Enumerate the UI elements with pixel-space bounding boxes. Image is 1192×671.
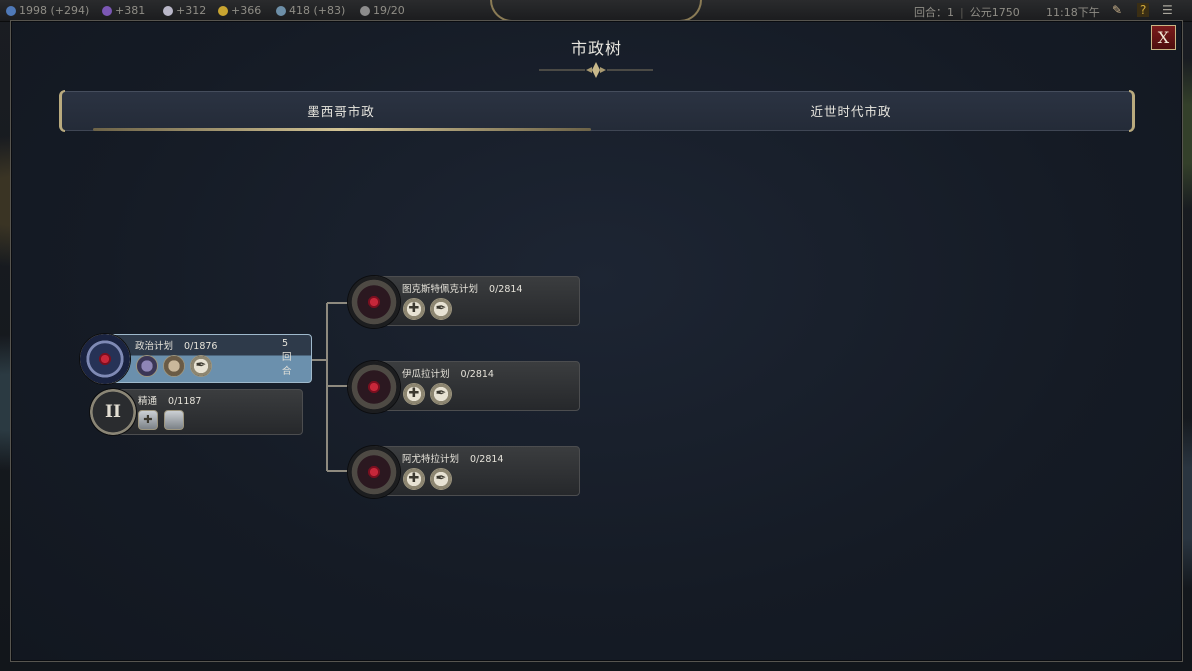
tab-bar: 墨西哥市政 近世时代市政	[59, 90, 1135, 132]
era-icon	[360, 5, 370, 16]
era-score[interactable]: 19/20	[360, 4, 405, 17]
civic-name: 政治计划	[135, 341, 174, 352]
culture-yield[interactable]: +381	[102, 4, 145, 17]
civic-name: 精通	[138, 396, 158, 407]
civic-emblem-icon	[367, 380, 381, 394]
plus-unlock-icon[interactable]: ✚	[403, 383, 425, 405]
policy-unlock-icon[interactable]: ✚	[138, 410, 158, 430]
faith-icon	[163, 5, 173, 16]
civic-progress: 0/2814	[470, 454, 504, 465]
civic-medallion	[80, 334, 130, 384]
civic-name: 伊瓜拉计划	[402, 369, 450, 380]
civic-progress: 0/2814	[460, 369, 494, 380]
civic-emblem-icon	[98, 352, 112, 366]
civic-progress: 0/1876	[184, 341, 218, 352]
civic-progress: 0/2814	[489, 284, 523, 295]
top-resource-bar: 1998 (+294) +381 +312 +366 418 (+83) 19/…	[0, 0, 1192, 22]
mastery-level: II	[105, 402, 121, 422]
civic-medallion	[348, 361, 400, 413]
tab-selected-indicator	[93, 128, 591, 131]
civic-name: 阿尤特拉计划	[402, 454, 460, 465]
civic-turns: 5回合	[282, 338, 292, 377]
building-unlock-icon[interactable]	[163, 355, 185, 377]
faith-yield[interactable]: +312	[163, 4, 206, 17]
quill-unlock-icon[interactable]: ✒	[190, 355, 212, 377]
culture-icon	[102, 5, 112, 16]
top-ornament	[490, 0, 702, 22]
governor-unlock-icon[interactable]	[136, 355, 158, 377]
civic-progress: 0/1187	[168, 396, 202, 407]
civic-emblem-icon	[367, 465, 381, 479]
turn-counter: 回合：1 | 公元1750	[914, 6, 1020, 19]
help-icon[interactable]: ?	[1137, 3, 1150, 17]
gold-icon	[218, 5, 228, 16]
mastery-medallion: II	[90, 389, 136, 435]
clock: 11:18下午	[1046, 6, 1100, 19]
plus-unlock-icon[interactable]: ✚	[403, 468, 425, 490]
quill-unlock-icon[interactable]: ✒	[430, 383, 452, 405]
plus-unlock-icon[interactable]: ✚	[403, 298, 425, 320]
title-ornament	[539, 62, 653, 78]
science-icon	[6, 5, 16, 16]
gold-yield[interactable]: +366	[218, 4, 261, 17]
tab-modern-era-civics[interactable]: 近世时代市政	[591, 92, 1111, 132]
tourism-yield[interactable]: 418 (+83)	[276, 4, 345, 17]
report-icon[interactable]: ✎	[1112, 3, 1122, 17]
civic-medallion	[348, 446, 400, 498]
tab-mexico-civics[interactable]: 墨西哥市政	[91, 92, 591, 132]
quill-unlock-icon[interactable]: ✒	[430, 468, 452, 490]
close-button[interactable]: X	[1151, 25, 1176, 50]
science-yield[interactable]: 1998 (+294)	[6, 4, 89, 17]
city-unlock-icon[interactable]	[164, 410, 184, 430]
menu-icon[interactable]: ☰	[1162, 3, 1173, 17]
quill-unlock-icon[interactable]: ✒	[430, 298, 452, 320]
civic-medallion	[348, 276, 400, 328]
panel-title: 市政树	[570, 39, 622, 58]
civic-name: 图克斯特佩克计划	[402, 284, 479, 295]
tourism-icon	[276, 5, 286, 16]
civic-emblem-icon	[367, 295, 381, 309]
